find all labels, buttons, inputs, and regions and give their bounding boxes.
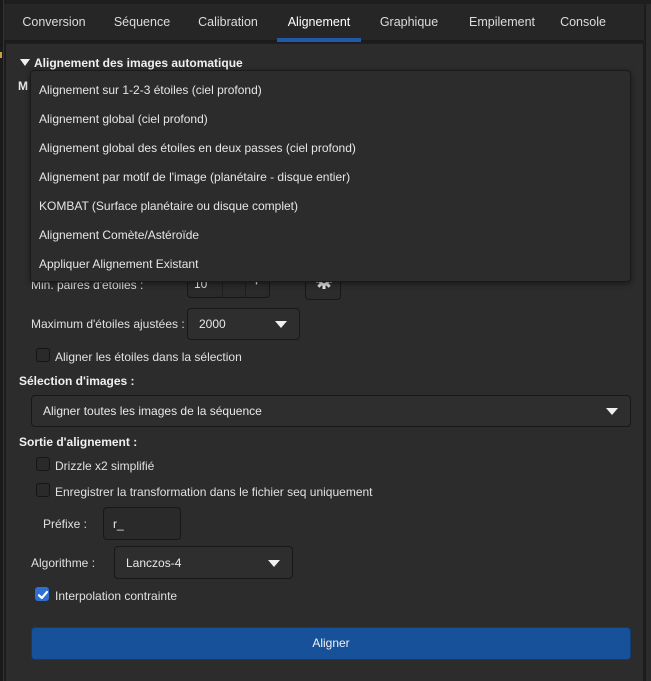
section-title-text: Alignement des images automatique bbox=[34, 56, 243, 70]
align-button[interactable]: Aligner bbox=[31, 627, 631, 660]
prefix-value: r_ bbox=[113, 517, 124, 531]
max-stars-value: 2000 bbox=[199, 317, 226, 331]
dropdown-option[interactable]: Alignement global des étoiles en deux pa… bbox=[31, 134, 630, 163]
chevron-down-icon bbox=[275, 321, 287, 328]
dropdown-option[interactable]: Alignement Comète/Astéroïde bbox=[31, 221, 630, 250]
prefix-input[interactable]: r_ bbox=[103, 507, 181, 540]
tab-graphique[interactable]: Graphique bbox=[372, 4, 446, 42]
algorithm-label: Algorithme : bbox=[31, 556, 96, 570]
dropdown-option[interactable]: Alignement sur 1-2-3 étoiles (ciel profo… bbox=[31, 76, 630, 105]
tab-sequence[interactable]: Séquence bbox=[102, 4, 182, 42]
output-label: Sortie d'alignement : bbox=[19, 435, 138, 449]
align-in-selection-checkbox[interactable] bbox=[36, 348, 50, 362]
left-window-edge bbox=[0, 0, 4, 681]
algorithm-combobox[interactable]: Lanczos-4 bbox=[114, 546, 293, 579]
method-label: M bbox=[18, 79, 28, 93]
right-scrollbar[interactable] bbox=[645, 4, 651, 681]
drizzle-label: Drizzle x2 simplifié bbox=[55, 459, 155, 473]
tab-bar: Conversion Séquence Calibration Aligneme… bbox=[4, 4, 644, 42]
save-transform-label: Enregistrer la transformation dans le fi… bbox=[55, 485, 373, 499]
collapse-triangle-icon bbox=[20, 59, 30, 66]
drizzle-checkbox[interactable] bbox=[36, 457, 50, 471]
alignment-method-dropdown[interactable]: Alignement sur 1-2-3 étoiles (ciel profo… bbox=[30, 70, 631, 282]
edge-marker bbox=[0, 52, 2, 58]
max-stars-combobox[interactable]: 2000 bbox=[187, 308, 300, 340]
tab-alignement[interactable]: Alignement bbox=[277, 4, 361, 42]
checkmark-icon bbox=[37, 590, 49, 600]
clamp-interpolation-checkbox[interactable] bbox=[35, 587, 49, 601]
image-selection-label: Sélection d'images : bbox=[19, 374, 135, 388]
save-transform-checkbox[interactable] bbox=[36, 483, 50, 497]
tab-empilement[interactable]: Empilement bbox=[462, 4, 542, 42]
dropdown-option[interactable]: Alignement global (ciel profond) bbox=[31, 105, 630, 134]
dropdown-option[interactable]: Alignement par motif de l'image (planéta… bbox=[31, 163, 630, 192]
prefix-label: Préfixe : bbox=[43, 517, 88, 531]
tab-calibration[interactable]: Calibration bbox=[188, 4, 268, 42]
dropdown-option[interactable]: KOMBAT (Surface planétaire ou disque com… bbox=[31, 192, 630, 221]
align-in-selection-label: Aligner les étoiles dans la sélection bbox=[55, 350, 242, 364]
algorithm-value: Lanczos-4 bbox=[126, 555, 182, 570]
section-header-auto-alignment[interactable]: Alignement des images automatique bbox=[20, 56, 243, 70]
max-stars-label: Maximum d'étoiles ajustées : bbox=[31, 317, 185, 331]
dropdown-option[interactable]: Appliquer Alignement Existant bbox=[31, 250, 630, 279]
clamp-interpolation-label: Interpolation contrainte bbox=[55, 589, 178, 603]
tab-console[interactable]: Console bbox=[554, 4, 612, 42]
image-selection-value: Aligner toutes les images de la séquence bbox=[43, 404, 262, 418]
image-selection-combobox[interactable]: Aligner toutes les images de la séquence bbox=[31, 395, 631, 427]
chevron-down-icon bbox=[606, 408, 618, 415]
chevron-down-icon bbox=[268, 559, 280, 567]
tab-conversion[interactable]: Conversion bbox=[12, 4, 96, 42]
